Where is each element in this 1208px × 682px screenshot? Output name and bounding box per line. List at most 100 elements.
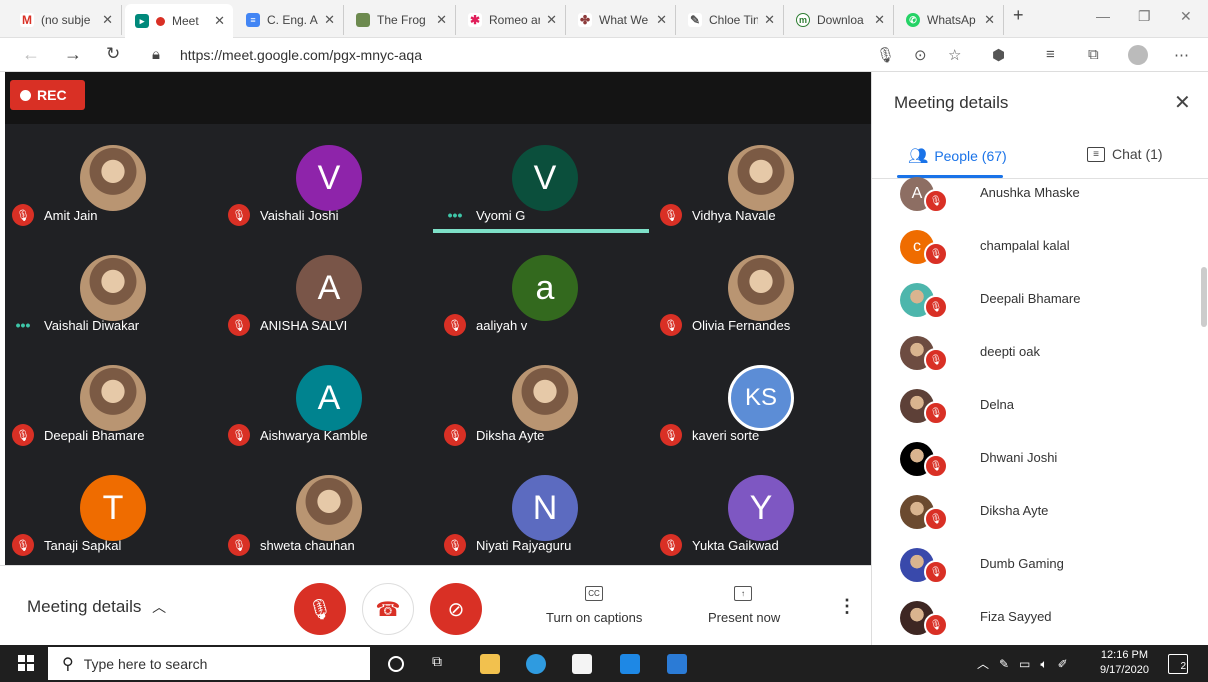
close-icon[interactable]: ✕ xyxy=(874,12,885,28)
participant-tile[interactable]: A 🎙︎ ANISHA SALVI xyxy=(221,255,437,365)
participant-tile[interactable]: 🎙︎ Vidhya Navale xyxy=(653,145,869,255)
participant-avatar: a xyxy=(512,255,578,321)
participant-name-label: ANISHA SALVI xyxy=(260,317,348,333)
close-icon[interactable]: ✕ xyxy=(764,12,775,28)
refresh-icon[interactable]: ↻ xyxy=(106,44,120,64)
tab-whatsapp[interactable]: ✆ WhatsAp ✕ xyxy=(896,5,1004,35)
edge-browser-icon[interactable] xyxy=(526,654,546,674)
participant-avatar: A xyxy=(296,255,362,321)
meeting-details-label: Meeting details xyxy=(27,597,142,616)
system-tray[interactable]: ︿ ✎ ▭ 🔈︎ ✐ xyxy=(977,655,1068,672)
tab-label: Romeo ar xyxy=(489,13,541,27)
hang-up-icon: ☎︎ xyxy=(375,598,401,621)
present-screen-icon[interactable]: ↑ xyxy=(734,586,752,601)
close-icon[interactable]: ✕ xyxy=(984,12,995,28)
participant-avatar xyxy=(512,365,578,431)
participant-tile[interactable]: 🎙︎ Amit Jain xyxy=(5,145,221,255)
people-list-item[interactable]: 🎙︎ deepti oak xyxy=(900,336,1190,388)
clock[interactable]: 12:16 PM 9/17/2020 xyxy=(1100,648,1149,678)
people-list-item[interactable]: A 🎙︎ Anushka Mhaske xyxy=(900,177,1190,229)
restore-icon[interactable]: ❐ xyxy=(1138,8,1151,25)
close-panel-icon[interactable]: ✕ xyxy=(1174,90,1191,115)
close-icon[interactable]: ✕ xyxy=(324,12,335,28)
tab-docs[interactable]: ≡ C. Eng. A ✕ xyxy=(236,5,344,35)
favorite-star-icon[interactable]: ☆ xyxy=(948,46,961,64)
close-window-icon[interactable]: ✕ xyxy=(1180,8,1192,25)
participant-tile[interactable]: 🎙︎ Diksha Ayte xyxy=(437,365,653,475)
notifications-icon[interactable]: 2 xyxy=(1168,654,1188,674)
microphone-icon[interactable]: 🎙︎ xyxy=(876,46,895,64)
tab-download[interactable]: m Downloa ✕ xyxy=(786,5,894,35)
more-options-icon[interactable]: ⋯ xyxy=(1174,46,1189,64)
file-explorer-icon[interactable] xyxy=(480,654,500,674)
close-icon[interactable]: ✕ xyxy=(546,12,557,28)
participant-name: 🎙︎ Vaishali Joshi xyxy=(228,203,339,227)
participant-name-label: Vaishali Joshi xyxy=(260,207,339,223)
tab-gmail[interactable]: M (no subje ✕ xyxy=(10,5,122,35)
windows-start-icon[interactable] xyxy=(18,655,34,671)
participant-name: 🎙︎ Yukta Gaikwad xyxy=(660,533,779,557)
participant-tile[interactable]: V 🎙︎ Vaishali Joshi xyxy=(221,145,437,255)
cortana-icon[interactable] xyxy=(388,656,404,672)
url-field[interactable]: https://meet.google.com/pgx-mnyc-aqa xyxy=(180,47,422,63)
favorites-list-icon[interactable]: ≡ xyxy=(1046,46,1055,63)
participant-tile[interactable]: 🎙︎ Deepali Bhamare xyxy=(5,365,221,475)
participant-tile[interactable]: ••• Vaishali Diwakar xyxy=(5,255,221,365)
tab-label: Meet xyxy=(172,14,199,28)
meeting-details-button[interactable]: Meeting details ︿ xyxy=(27,597,166,617)
taskbar-search-box[interactable]: ⚲ Type here to search xyxy=(48,647,370,680)
back-arrow-icon[interactable]: ← xyxy=(22,44,40,65)
tab-people[interactable]: 👥︎ People (67) xyxy=(908,146,1007,166)
captions-icon[interactable]: CC xyxy=(585,586,603,601)
close-icon[interactable]: ✕ xyxy=(214,13,225,29)
people-list-item[interactable]: 🎙︎ Dhwani Joshi xyxy=(900,442,1190,494)
participant-tile[interactable]: 🎙︎ Olivia Fernandes xyxy=(653,255,869,365)
more-options-vertical-icon[interactable]: ⋮ xyxy=(838,596,856,617)
scrollbar[interactable] xyxy=(1201,267,1207,327)
participant-tile[interactable]: a 🎙︎ aaliyah v xyxy=(437,255,653,365)
store-icon[interactable] xyxy=(572,654,592,674)
forward-arrow-icon[interactable]: → xyxy=(64,44,82,65)
speaking-indicator-icon: ••• xyxy=(15,317,31,333)
close-icon[interactable]: ✕ xyxy=(656,12,667,28)
close-icon[interactable]: ✕ xyxy=(102,12,113,28)
participant-tile[interactable]: KS 🎙︎ kaveri sorte xyxy=(653,365,869,475)
tab-chat[interactable]: ≡ Chat (1) xyxy=(1087,146,1163,162)
extension-icon[interactable]: ⬢ xyxy=(992,46,1005,64)
camera-off-button[interactable]: ⊘ xyxy=(430,583,482,635)
tab-romeo[interactable]: ✱ Romeo ar ✕ xyxy=(458,5,566,35)
participant-tile[interactable]: V ••• Vyomi G xyxy=(437,145,653,255)
mail-icon[interactable] xyxy=(620,654,640,674)
people-list-item[interactable]: 🎙︎ Diksha Ayte xyxy=(900,495,1190,547)
people-list-item[interactable]: c 🎙︎ champalal kalal xyxy=(900,230,1190,282)
tab-chloe[interactable]: ✎ Chloe Tin ✕ xyxy=(678,5,784,35)
people-list-item[interactable]: 🎙︎ Delna xyxy=(900,389,1190,441)
leave-call-button[interactable]: ☎︎ xyxy=(362,583,414,635)
new-tab-button[interactable]: + xyxy=(1013,5,1024,26)
tab-what-we[interactable]: ✤ What We ✕ xyxy=(568,5,676,35)
camera-permission-icon[interactable]: ⊙ xyxy=(914,46,927,64)
tab-frog[interactable]: The Frog ✕ xyxy=(346,5,456,35)
mic-off-icon: 🎙︎ xyxy=(660,534,682,556)
present-now-button[interactable]: Present now xyxy=(708,610,780,625)
captions-button[interactable]: Turn on captions xyxy=(546,610,642,625)
mute-microphone-button[interactable]: 🎙︎ xyxy=(294,583,346,635)
minimize-icon[interactable]: — xyxy=(1096,8,1110,24)
task-view-icon[interactable]: ⧉ xyxy=(432,653,452,673)
people-list-item[interactable]: 🎙︎ Deepali Bhamare xyxy=(900,283,1190,335)
participant-tile[interactable]: A 🎙︎ Aishwarya Kamble xyxy=(221,365,437,475)
photos-icon[interactable] xyxy=(667,654,687,674)
notification-count: 2 xyxy=(1180,661,1186,672)
profile-avatar[interactable] xyxy=(1128,45,1148,65)
people-list-item[interactable]: 🎙︎ Dumb Gaming xyxy=(900,548,1190,600)
slack-icon: ✱ xyxy=(468,13,482,27)
participant-name-label: shweta chauhan xyxy=(260,537,355,553)
mic-off-icon: 🎙︎ xyxy=(228,204,250,226)
person-name: Diksha Ayte xyxy=(980,503,1049,518)
mic-off-icon: 🎙︎ xyxy=(307,598,333,621)
people-list-item[interactable]: 🎙︎ Fiza Sayyed xyxy=(900,601,1190,645)
mic-off-icon: 🎙︎ xyxy=(444,534,466,556)
close-icon[interactable]: ✕ xyxy=(436,12,447,28)
collections-icon[interactable]: ⧉ xyxy=(1088,46,1099,63)
tab-meet[interactable]: ▸ Meet ✕ xyxy=(125,4,233,38)
